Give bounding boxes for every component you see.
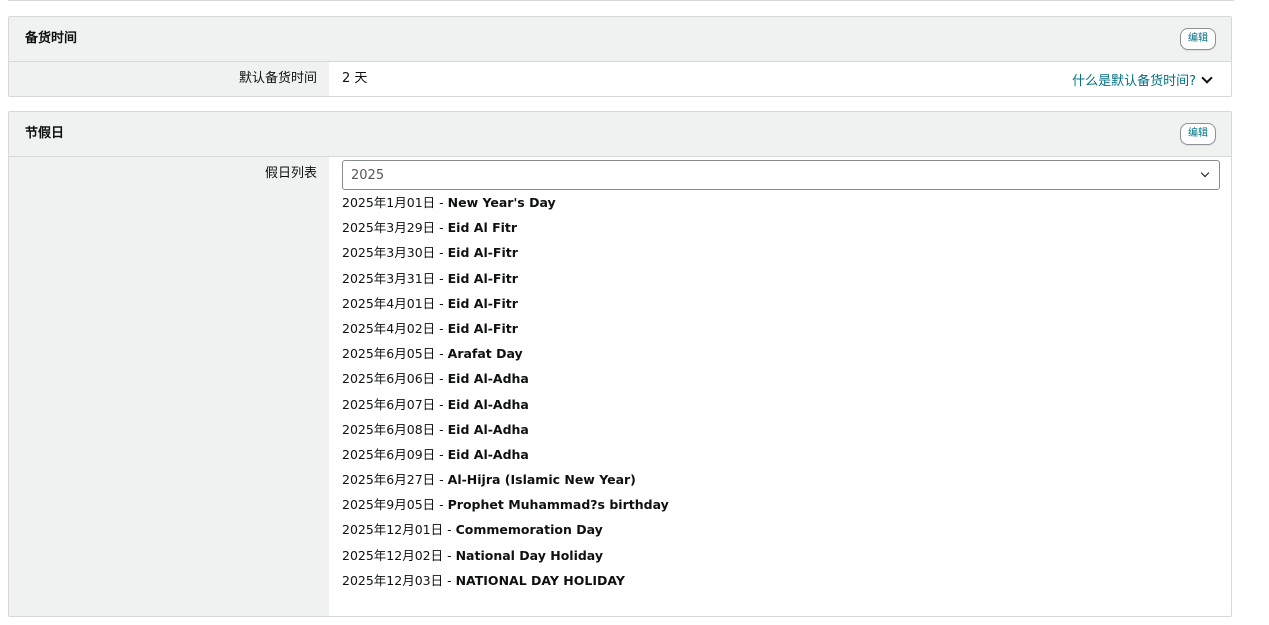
holiday-separator: - (443, 547, 456, 563)
year-select[interactable]: 2025 (342, 160, 1220, 190)
holiday-name: Eid Al-Adha (447, 421, 529, 437)
year-select-value: 2025 (351, 168, 385, 183)
holiday-item: 2025年9月05日 - Prophet Muhammad?s birthday (342, 496, 669, 521)
lead-time-panel-header: 备货时间 编辑 (9, 17, 1231, 62)
holiday-name: Eid Al-Fitr (447, 320, 518, 336)
holiday-item: 2025年4月01日 - Eid Al-Fitr (342, 295, 669, 320)
holiday-item: 2025年6月09日 - Eid Al-Adha (342, 446, 669, 471)
lead-time-panel: 备货时间 编辑 默认备货时间 2 天 什么是默认备货时间? (8, 16, 1232, 97)
holiday-separator: - (435, 497, 448, 513)
holiday-separator: - (435, 270, 448, 286)
holiday-list-label: 假日列表 (264, 166, 317, 181)
holiday-name: Eid Al-Fitr (447, 245, 518, 261)
holiday-separator: - (435, 346, 448, 362)
holiday-separator: - (443, 572, 456, 588)
holiday-name: New Year's Day (447, 195, 556, 210)
holiday-panel: 节假日 编辑 假日列表 2025 2025年1月01日 - New Year's… (8, 111, 1232, 617)
holiday-name: Arafat Day (447, 346, 523, 362)
lead-time-help-link[interactable]: 什么是默认备货时间? (1072, 70, 1213, 89)
holiday-separator: - (435, 472, 448, 488)
previous-panel-edge (8, 0, 1234, 1)
holiday-item: 2025年6月08日 - Eid Al-Adha (342, 421, 669, 446)
holiday-name: Eid Al-Adha (447, 446, 529, 462)
holiday-separator: - (435, 421, 448, 437)
holiday-date: 2025年12月03日 (342, 572, 444, 588)
lead-time-label-column: 默认备货时间 (9, 62, 329, 96)
holiday-edit-button[interactable]: 编辑 (1180, 123, 1216, 145)
holiday-name: Eid Al-Adha (447, 396, 529, 412)
chevron-down-icon (1201, 72, 1213, 84)
holiday-label-column: 假日列表 (9, 157, 329, 616)
holiday-date: 2025年12月02日 (342, 547, 444, 563)
holiday-title: 节假日 (25, 126, 65, 141)
default-lead-time-label: 默认备货时间 (238, 71, 317, 86)
holiday-name: Eid Al Fitr (447, 220, 518, 236)
holiday-separator: - (435, 195, 448, 210)
holiday-item: 2025年12月01日 - Commemoration Day (342, 521, 669, 546)
lead-time-help-text: 什么是默认备货时间? (1072, 74, 1196, 89)
default-lead-time-value: 2 天 (342, 71, 368, 86)
holiday-panel-header: 节假日 编辑 (9, 112, 1231, 157)
lead-time-edit-button[interactable]: 编辑 (1180, 28, 1216, 50)
chevron-down-icon (1200, 168, 1210, 178)
holiday-item: 2025年3月31日 - Eid Al-Fitr (342, 270, 669, 295)
holiday-separator: - (435, 220, 448, 236)
holiday-name: Eid Al-Fitr (447, 295, 518, 311)
holiday-item: 2025年6月06日 - Eid Al-Adha (342, 370, 669, 395)
holiday-date: 2025年6月09日 (342, 446, 436, 462)
holiday-separator: - (435, 320, 448, 336)
holiday-list: 2025年1月01日 - New Year's Day 2025年3月29日 - … (342, 194, 669, 597)
holiday-item: 2025年3月29日 - Eid Al Fitr (342, 219, 669, 244)
holiday-item: 2025年6月07日 - Eid Al-Adha (342, 396, 669, 421)
holiday-date: 2025年4月02日 (342, 320, 436, 336)
holiday-date: 2025年3月31日 (342, 270, 436, 286)
holiday-name: Al-Hijra (Islamic New Year) (447, 472, 636, 488)
holiday-name: Eid Al-Adha (447, 371, 529, 387)
holiday-item: 2025年3月30日 - Eid Al-Fitr (342, 244, 669, 269)
holiday-date: 2025年9月05日 (342, 497, 436, 513)
holiday-item: 2025年6月27日 - Al-Hijra (Islamic New Year) (342, 471, 669, 496)
holiday-item: 2025年12月02日 - National Day Holiday (342, 547, 669, 572)
holiday-item: 2025年6月05日 - Arafat Day (342, 345, 669, 370)
holiday-date: 2025年12月01日 (342, 522, 444, 538)
holiday-separator: - (435, 245, 448, 261)
holiday-separator: - (435, 396, 448, 412)
holiday-date: 2025年6月06日 (342, 371, 436, 387)
holiday-date: 2025年3月30日 (342, 245, 436, 261)
holiday-item: 2025年4月02日 - Eid Al-Fitr (342, 320, 669, 345)
holiday-separator: - (435, 446, 448, 462)
holiday-item: 2025年12月03日 - NATIONAL DAY HOLIDAY (342, 572, 669, 597)
lead-time-title: 备货时间 (25, 31, 78, 46)
holiday-separator: - (435, 371, 448, 387)
holiday-name: National Day Holiday (455, 547, 603, 563)
holiday-name: Prophet Muhammad?s birthday (447, 497, 669, 513)
holiday-name: NATIONAL DAY HOLIDAY (455, 572, 625, 588)
holiday-item: 2025年1月01日 - New Year's Day (342, 194, 669, 219)
holiday-date: 2025年3月29日 (342, 220, 436, 236)
holiday-name: Eid Al-Fitr (447, 270, 518, 286)
holiday-date: 2025年6月05日 (342, 346, 436, 362)
holiday-date: 2025年6月08日 (342, 421, 436, 437)
holiday-separator: - (443, 522, 456, 538)
holiday-date: 2025年6月07日 (342, 396, 436, 412)
holiday-date: 2025年4月01日 (342, 295, 436, 311)
holiday-date: 2025年1月01日 (342, 195, 436, 210)
holiday-date: 2025年6月27日 (342, 472, 436, 488)
holiday-name: Commemoration Day (455, 522, 603, 538)
holiday-separator: - (435, 295, 448, 311)
